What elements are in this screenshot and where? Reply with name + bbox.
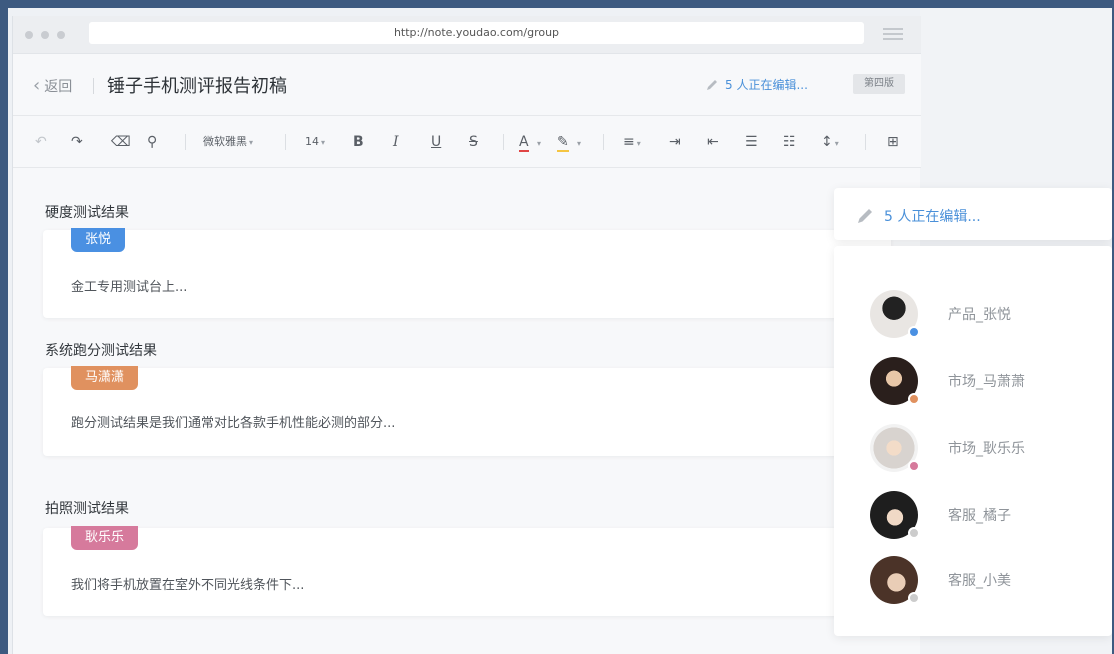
- card-text[interactable]: 我们将手机放置在室外不同光线条件下...: [71, 574, 304, 593]
- redo-icon[interactable]: ↷: [71, 134, 83, 150]
- toolbar-divider: [503, 134, 504, 150]
- address-bar[interactable]: http://note.youdao.com/group: [89, 22, 864, 44]
- avatar: [870, 556, 920, 604]
- editor-name: 市场_马萧萧: [948, 374, 1025, 390]
- editor-list-item[interactable]: 产品_张悦: [870, 290, 1011, 338]
- format-painter-icon[interactable]: ⚲: [147, 134, 157, 150]
- editor-tag: 耿乐乐: [71, 526, 139, 550]
- card-text[interactable]: 跑分测试结果是我们通常对比各款手机性能必测的部分...: [71, 412, 395, 431]
- window-close-dot[interactable]: [25, 31, 33, 39]
- font-family-select[interactable]: 微软雅黑 ▾: [203, 134, 253, 151]
- editing-popover-title: 5 人正在编辑...: [884, 209, 981, 225]
- window-maximize-dot[interactable]: [57, 31, 65, 39]
- version-badge[interactable]: 第四版: [853, 74, 905, 94]
- section-title: 系统跑分测试结果: [45, 343, 157, 359]
- avatar: [870, 424, 920, 472]
- bullet-list-icon[interactable]: ☰: [745, 134, 758, 150]
- content-card[interactable]: 马潇潇 跑分测试结果是我们通常对比各款手机性能必测的部分...: [43, 366, 891, 456]
- editor-list-item[interactable]: 市场_耿乐乐: [870, 424, 1025, 472]
- content-card[interactable]: 张悦 金工专用测试台上...: [43, 228, 891, 318]
- editor-list-item[interactable]: 市场_马萧萧: [870, 357, 1025, 405]
- underline-button[interactable]: U: [431, 134, 441, 150]
- editing-popover-header[interactable]: 5 人正在编辑...: [834, 188, 1112, 240]
- content-card[interactable]: 耿乐乐 我们将手机放置在室外不同光线条件下...: [43, 526, 891, 616]
- italic-button[interactable]: I: [393, 134, 399, 150]
- editor-list-item[interactable]: 客服_小美: [870, 556, 1011, 604]
- editors-list-panel: 产品_张悦 市场_马萧萧 市场_耿乐乐 客服_橘子 客服_小美: [834, 246, 1112, 636]
- toolbar-divider: [603, 134, 604, 150]
- header-divider: [93, 78, 94, 94]
- toolbar-divider: [285, 134, 286, 150]
- toolbar-divider: [185, 134, 186, 150]
- numbered-list-icon[interactable]: ☷: [783, 134, 796, 150]
- browser-window: http://note.youdao.com/group ‹ 返回 锤子手机测评…: [12, 16, 921, 654]
- editor-name: 客服_橘子: [948, 508, 1011, 524]
- back-label: 返回: [44, 79, 73, 95]
- section-title: 硬度测试结果: [45, 205, 129, 221]
- browser-titlebar: http://note.youdao.com/group: [13, 16, 921, 54]
- editor-name: 市场_耿乐乐: [948, 441, 1025, 457]
- status-dot: [908, 460, 920, 472]
- editor-name: 客服_小美: [948, 573, 1011, 589]
- eraser-icon[interactable]: ⌫: [111, 134, 131, 150]
- window-minimize-dot[interactable]: [41, 31, 49, 39]
- editing-indicator[interactable]: 5 人正在编辑...: [705, 76, 808, 93]
- font-size-select[interactable]: 14 ▾: [305, 134, 325, 151]
- back-button[interactable]: ‹ 返回: [33, 76, 72, 96]
- indent-increase-icon[interactable]: ⇥: [669, 134, 681, 150]
- status-dot: [908, 326, 920, 338]
- editor-list-item[interactable]: 客服_橘子: [870, 491, 1011, 539]
- status-dot: [908, 393, 920, 405]
- chevron-down-icon[interactable]: ▾: [535, 134, 541, 152]
- pencil-icon: [707, 79, 717, 90]
- align-icon[interactable]: ≡ ▾: [623, 134, 641, 152]
- highlight-icon[interactable]: ✎: [557, 134, 569, 152]
- status-dot: [908, 527, 920, 539]
- document-header: ‹ 返回 锤子手机测评报告初稿 5 人正在编辑... 第四版: [13, 54, 921, 116]
- font-color-button[interactable]: A: [519, 134, 529, 152]
- card-text[interactable]: 金工专用测试台上...: [71, 276, 187, 295]
- chevron-left-icon: ‹: [33, 75, 41, 96]
- avatar: [870, 357, 920, 405]
- strikethrough-button[interactable]: S: [469, 134, 478, 150]
- avatar: [870, 290, 920, 338]
- undo-icon[interactable]: ↶: [35, 134, 47, 150]
- section-title: 拍照测试结果: [45, 501, 129, 517]
- indent-decrease-icon[interactable]: ⇤: [707, 134, 719, 150]
- editor-name: 产品_张悦: [948, 307, 1011, 323]
- toolbar-divider: [865, 134, 866, 150]
- editor-tag: 马潇潇: [71, 366, 139, 390]
- line-height-icon[interactable]: ↕ ▾: [821, 134, 839, 152]
- editor-tag: 张悦: [71, 228, 126, 252]
- chevron-down-icon[interactable]: ▾: [575, 134, 581, 152]
- avatar: [870, 491, 920, 539]
- menu-icon[interactable]: [883, 28, 903, 42]
- table-icon[interactable]: ⊞: [887, 134, 899, 150]
- status-dot: [908, 592, 920, 604]
- format-toolbar: ↶ ↷ ⌫ ⚲ 微软雅黑 ▾ 14 ▾ B I U S A ▾ ✎ ▾ ≡ ▾ ⇥ ⇤…: [13, 116, 921, 168]
- pencil-icon: [858, 209, 872, 223]
- app-frame: http://note.youdao.com/group ‹ 返回 锤子手机测评…: [8, 8, 1112, 654]
- document-title: 锤子手机测评报告初稿: [107, 76, 287, 97]
- bold-button[interactable]: B: [353, 134, 364, 150]
- editing-indicator-label: 5 人正在编辑...: [725, 78, 808, 92]
